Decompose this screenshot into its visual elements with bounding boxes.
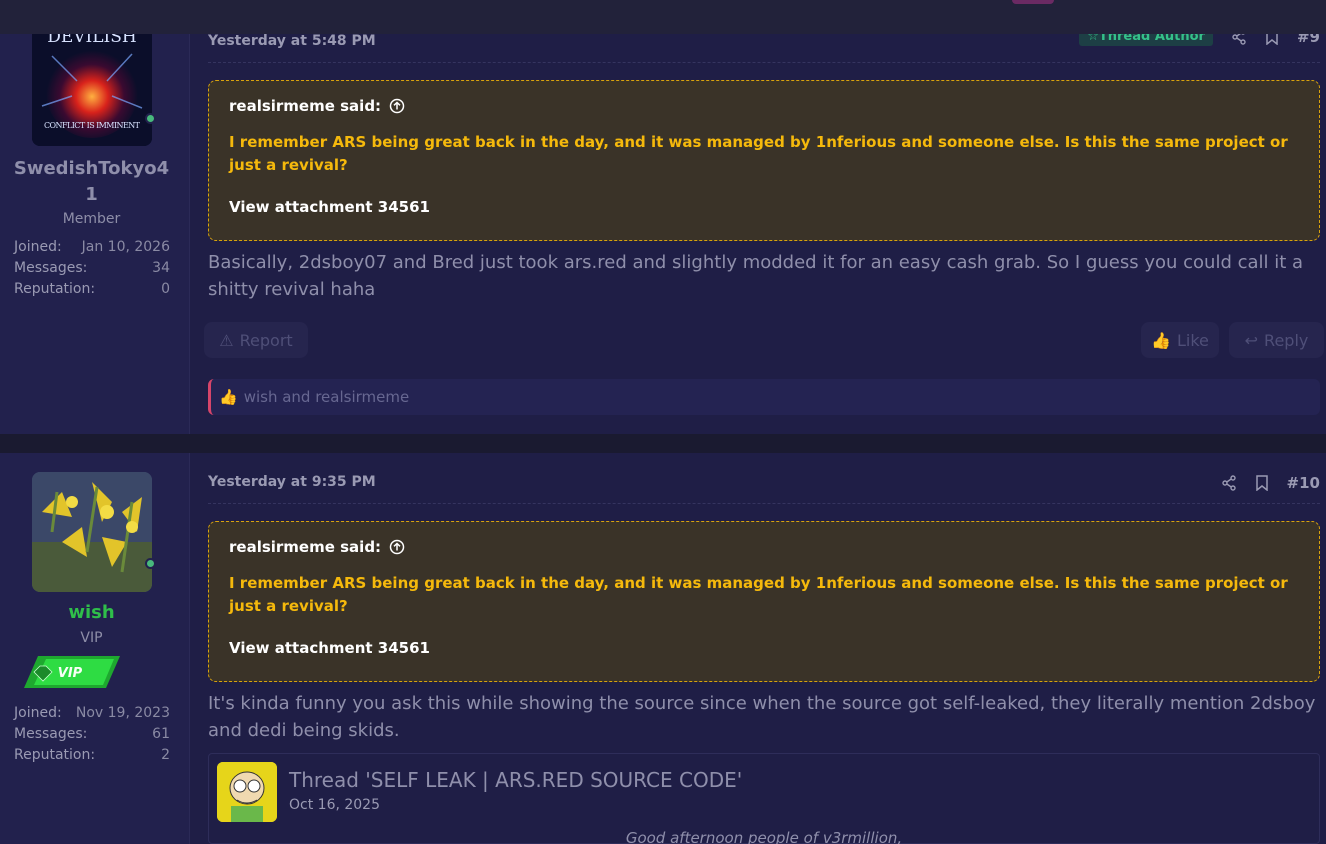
stat-messages: Messages: 61: [14, 724, 170, 745]
post-number-link[interactable]: #10: [1287, 474, 1320, 492]
quote-author: realsirmeme said:: [229, 97, 382, 115]
avatar-image: DEVILISH CONFLICT IS IMMINENT: [32, 26, 152, 146]
quote-header[interactable]: realsirmeme said:: [229, 538, 1299, 556]
like-button[interactable]: 👍 Like: [1141, 322, 1219, 358]
post-content: Yesterday at 5:48 PM ☆Thread Author #9 r…: [208, 0, 1320, 434]
online-status-dot: [145, 113, 156, 124]
stat-label: Joined:: [14, 239, 62, 255]
thread-snippet: Good afternoon people of v3rmillion,: [625, 829, 903, 844]
user-title: Member: [62, 211, 121, 227]
stat-reputation: Reputation: 2: [14, 745, 170, 766]
stat-value: 34: [152, 260, 170, 276]
user-sidebar: wish VIP Joined: Nov 19, 2023 Messages: 61…: [0, 453, 190, 844]
vip-badge: VIP: [24, 656, 120, 688]
user-stats: Joined: Jan 10, 2026 Messages: 34 Reputati…: [14, 237, 170, 300]
post-body: Basically, 2dsboy07 and Bred just took a…: [208, 252, 1304, 300]
thread-title[interactable]: Thread 'SELF LEAK | ARS.RED SOURCE CODE': [289, 768, 742, 792]
quote-text: I remember ARS being great back in the d…: [229, 133, 1288, 174]
share-icon[interactable]: [1221, 475, 1237, 491]
thread-date: Oct 16, 2025: [289, 797, 380, 813]
like-label: Like: [1177, 330, 1209, 350]
stat-messages: Messages: 34: [14, 258, 170, 279]
quote-block: realsirmeme said: I remember ARS being g…: [208, 521, 1320, 682]
report-label: Report: [239, 330, 293, 350]
thread-thumbnail-image: [217, 762, 277, 822]
stat-value: 61: [152, 726, 170, 742]
thread-thumbnail: [217, 762, 277, 822]
nav-indicator[interactable]: [1012, 0, 1054, 4]
quote-author: realsirmeme said:: [229, 538, 382, 556]
post-date[interactable]: Yesterday at 5:48 PM: [208, 33, 376, 49]
view-attachment-link[interactable]: View attachment 34561: [229, 639, 1299, 657]
stat-label: Reputation:: [14, 747, 96, 763]
thumbs-up-icon: 👍: [1151, 330, 1171, 350]
avatar-image: [32, 472, 152, 592]
stat-label: Reputation:: [14, 281, 96, 297]
view-attachment-link[interactable]: View attachment 34561: [229, 198, 1299, 216]
reactions-bar[interactable]: 👍 wish and realsirmeme: [208, 379, 1320, 415]
reactions-list[interactable]: wish and realsirmeme: [244, 388, 410, 406]
reply-icon: ↩: [1244, 330, 1259, 350]
stat-value: Nov 19, 2023: [75, 705, 170, 721]
stat-label: Joined:: [14, 705, 62, 721]
svg-text:CONFLICT IS IMMINENT: CONFLICT IS IMMINENT: [44, 121, 141, 130]
avatar[interactable]: [32, 472, 152, 592]
thread-embed[interactable]: Thread 'SELF LEAK | ARS.RED SOURCE CODE'…: [208, 753, 1320, 844]
stat-label: Messages:: [14, 726, 88, 742]
avatar[interactable]: DEVILISH CONFLICT IS IMMINENT: [32, 26, 152, 146]
thumbs-up-icon: 👍: [219, 388, 238, 406]
post-9: DEVILISH CONFLICT IS IMMINENT SwedishTok…: [0, 0, 1326, 434]
stat-joined: Joined: Jan 10, 2026: [14, 237, 170, 258]
post-meta: Yesterday at 5:48 PM ☆Thread Author #9: [208, 27, 1320, 63]
svg-text:VIP: VIP: [58, 666, 83, 681]
online-status-dot: [145, 558, 156, 569]
quote-block: realsirmeme said: I remember ARS being g…: [208, 80, 1320, 241]
user-stats: Joined: Nov 19, 2023 Messages: 61 Reputati…: [14, 703, 170, 766]
top-navigation-bar: [0, 0, 1326, 34]
stat-value: 2: [161, 747, 170, 763]
post-separator: [0, 434, 1326, 453]
stat-value: Jan 10, 2026: [81, 239, 170, 255]
stat-reputation: Reputation: 0: [14, 279, 170, 300]
post-meta: Yesterday at 9:35 PM #10: [208, 474, 1320, 504]
username[interactable]: wish: [10, 600, 173, 626]
post-body: It's kinda funny you ask this while show…: [208, 693, 1316, 741]
warning-icon: ⚠: [219, 330, 234, 350]
reply-label: Reply: [1264, 330, 1309, 350]
stat-value: 0: [161, 281, 170, 297]
user-title: VIP: [80, 630, 103, 646]
reply-button[interactable]: ↩ Reply: [1229, 322, 1324, 358]
arrow-up-circle-icon[interactable]: [389, 539, 405, 555]
quote-text: I remember ARS being great back in the d…: [229, 574, 1288, 615]
quote-header[interactable]: realsirmeme said:: [229, 97, 1299, 115]
post-date[interactable]: Yesterday at 9:35 PM: [208, 474, 376, 490]
bookmark-icon[interactable]: [1255, 475, 1269, 491]
arrow-up-circle-icon[interactable]: [389, 98, 405, 114]
stat-joined: Joined: Nov 19, 2023: [14, 703, 170, 724]
report-button[interactable]: ⚠ Report: [204, 322, 308, 358]
user-sidebar: DEVILISH CONFLICT IS IMMINENT SwedishTok…: [0, 0, 190, 434]
username[interactable]: SwedishTokyo41: [10, 156, 173, 208]
stat-label: Messages:: [14, 260, 88, 276]
post-actions: #10: [1221, 474, 1320, 492]
